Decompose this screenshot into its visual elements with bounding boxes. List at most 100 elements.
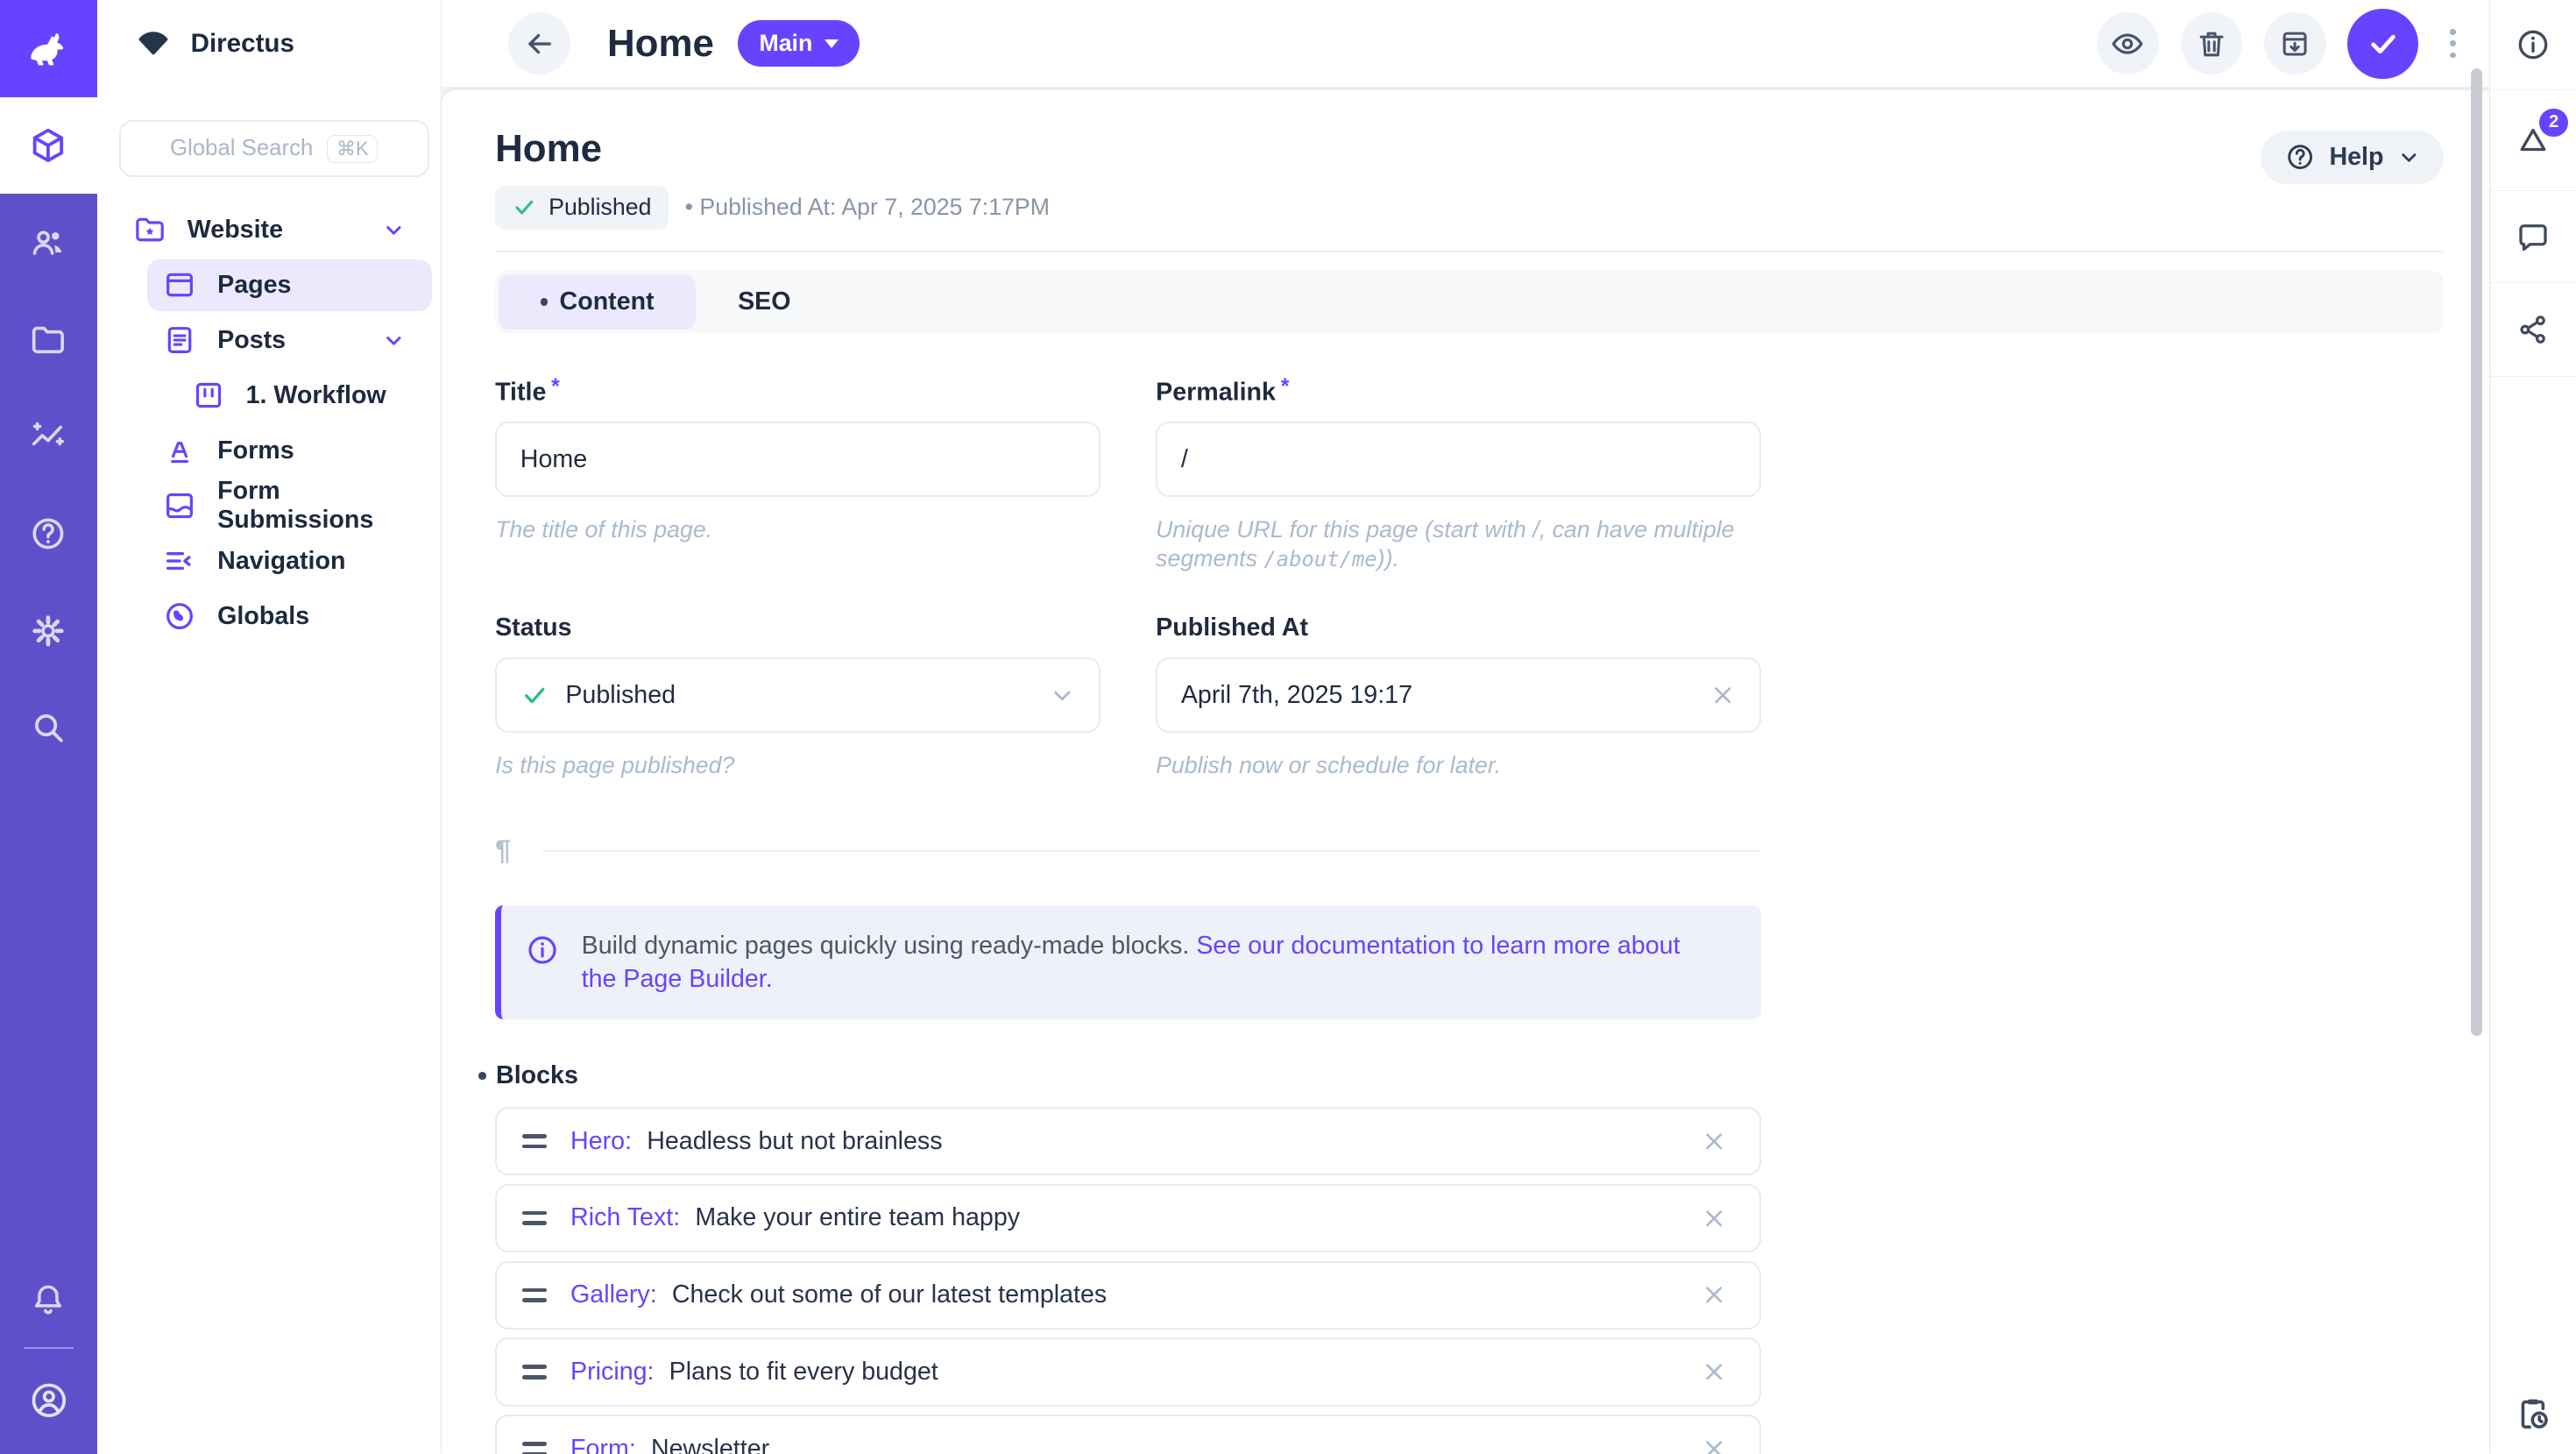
nav-item-workflow[interactable]: 1. Workflow [147, 370, 432, 422]
module-users[interactable] [0, 194, 97, 291]
block-row-form[interactable]: Form: Newsletter [495, 1415, 1761, 1454]
title-input[interactable]: Home [495, 422, 1100, 497]
field-label: Title* [495, 375, 1100, 408]
more-options-button[interactable] [2439, 22, 2466, 65]
block-type-link[interactable]: Pricing: [570, 1358, 654, 1387]
trending-sparkle-icon [28, 416, 68, 457]
nav-item-website[interactable]: Website [97, 204, 433, 256]
permalink-input[interactable]: / [1156, 422, 1761, 497]
block-title: Plans to fit every budget [669, 1358, 938, 1387]
directus-app: Directus ⌘K Website Pages [0, 0, 2576, 1454]
nav-item-globals[interactable]: Globals [147, 591, 432, 642]
nav-item-pages[interactable]: Pages [147, 259, 432, 311]
field-label: Status [495, 614, 1100, 642]
field-title: Title* Home The title of this page. [495, 375, 1100, 574]
info-icon [525, 933, 560, 997]
notifications-triangle-icon: 2 [2515, 122, 2551, 159]
block-row-pricing[interactable]: Pricing: Plans to fit every budget [495, 1337, 1761, 1406]
people-icon [28, 223, 68, 263]
block-type-link[interactable]: Rich Text: [570, 1203, 680, 1232]
archive-button[interactable] [2264, 12, 2326, 74]
drag-handle-icon[interactable] [522, 1205, 548, 1231]
published-at-input[interactable]: April 7th, 2025 19:17 [1156, 657, 1761, 733]
nav-item-forms[interactable]: Forms [147, 425, 432, 477]
nav-item-form-submissions[interactable]: Form Submissions [147, 480, 432, 532]
module-search[interactable] [0, 679, 97, 777]
back-button[interactable] [508, 12, 570, 74]
global-search[interactable]: ⌘K [119, 120, 429, 177]
block-row-rich-text[interactable]: Rich Text: Make your entire team happy [495, 1184, 1761, 1252]
status-select[interactable]: Published [495, 657, 1100, 733]
block-row-hero[interactable]: Hero: Headless but not brainless [495, 1107, 1761, 1175]
sidebar-flows-button[interactable] [2513, 1394, 2553, 1434]
remove-x-icon[interactable] [1695, 1275, 1735, 1316]
save-button[interactable] [2347, 9, 2417, 79]
version-dropdown[interactable]: Main [738, 20, 860, 67]
window-icon [162, 267, 197, 302]
vertical-scrollbar[interactable] [2471, 68, 2482, 1035]
sidebar-notifications-button[interactable]: 2 [2489, 90, 2576, 191]
block-type-link[interactable]: Gallery: [570, 1280, 657, 1309]
module-settings[interactable] [0, 582, 97, 679]
workspace-name: Directus [191, 29, 294, 59]
remove-x-icon[interactable] [1695, 1121, 1735, 1161]
drag-handle-icon[interactable] [522, 1282, 548, 1309]
module-content[interactable] [0, 97, 97, 195]
help-circle-icon [28, 514, 68, 554]
block-title: Headless but not brainless [647, 1127, 942, 1156]
field-note: Unique URL for this page (start with /, … [1156, 515, 1761, 573]
preview-button[interactable] [2097, 12, 2159, 74]
remove-x-icon[interactable] [1695, 1429, 1735, 1454]
remove-x-icon[interactable] [1695, 1198, 1735, 1238]
arrow-left-icon [523, 27, 556, 60]
notifications-bell-button[interactable] [0, 1261, 97, 1338]
tab-content[interactable]: Content [499, 274, 697, 330]
edited-dot [541, 298, 548, 306]
block-type-link[interactable]: Form: [570, 1435, 636, 1454]
help-button[interactable]: Help [2261, 131, 2444, 184]
nav-item-navigation[interactable]: Navigation [147, 535, 432, 587]
info-banner: Build dynamic pages quickly using ready-… [495, 905, 1761, 1019]
directus-logo[interactable] [0, 0, 97, 97]
help-label: Help [2329, 143, 2383, 172]
block-row-gallery[interactable]: Gallery: Check out some of our latest te… [495, 1261, 1761, 1330]
block-type-link[interactable]: Hero: [570, 1127, 632, 1156]
nav-item-posts[interactable]: Posts [147, 315, 432, 366]
banner-text: Build dynamic pages quickly using ready-… [582, 929, 1711, 996]
chevron-down-icon[interactable] [382, 218, 406, 242]
nav-label: Globals [217, 602, 309, 631]
tab-seo[interactable]: SEO [696, 274, 832, 330]
sidebar-comments-button[interactable] [2489, 191, 2576, 283]
global-search-input[interactable] [170, 136, 314, 161]
nav-label: Navigation [217, 547, 345, 576]
gear-icon [28, 611, 68, 651]
alias-divider: ¶ [495, 834, 1761, 867]
drag-handle-icon[interactable] [522, 1128, 548, 1154]
field-published-at: Published At April 7th, 2025 19:17 Publi… [1156, 614, 1761, 780]
chevron-down-icon[interactable] [382, 329, 406, 352]
sidebar-share-button[interactable] [2489, 283, 2576, 377]
field-note: Is this page published? [495, 751, 1100, 779]
divider [495, 251, 2444, 252]
field-permalink: Permalink* / Unique URL for this page (s… [1156, 375, 1761, 574]
clear-x-icon[interactable] [1709, 682, 1737, 709]
trash-icon [2195, 27, 2228, 60]
module-help[interactable] [0, 486, 97, 583]
status-text: Published [548, 194, 651, 221]
drag-handle-icon[interactable] [522, 1359, 548, 1386]
workspace-header[interactable]: Directus [97, 0, 441, 87]
delete-button[interactable] [2181, 12, 2243, 74]
module-insights[interactable] [0, 388, 97, 486]
sidebar-info-button[interactable] [2489, 0, 2576, 90]
help-circle-icon [2284, 141, 2316, 173]
remove-x-icon[interactable] [1695, 1352, 1735, 1393]
nav-label: 1. Workflow [246, 381, 386, 410]
drag-handle-icon[interactable] [522, 1436, 548, 1454]
item-title: Home [495, 127, 1050, 171]
module-files[interactable] [0, 291, 97, 388]
nav-label: Pages [217, 271, 291, 300]
tab-label: Content [560, 287, 655, 316]
main-area: Home Main [442, 0, 2489, 1454]
user-menu-button[interactable] [0, 1357, 97, 1443]
blocks-list: Hero: Headless but not brainless Rich Te… [495, 1107, 1761, 1454]
